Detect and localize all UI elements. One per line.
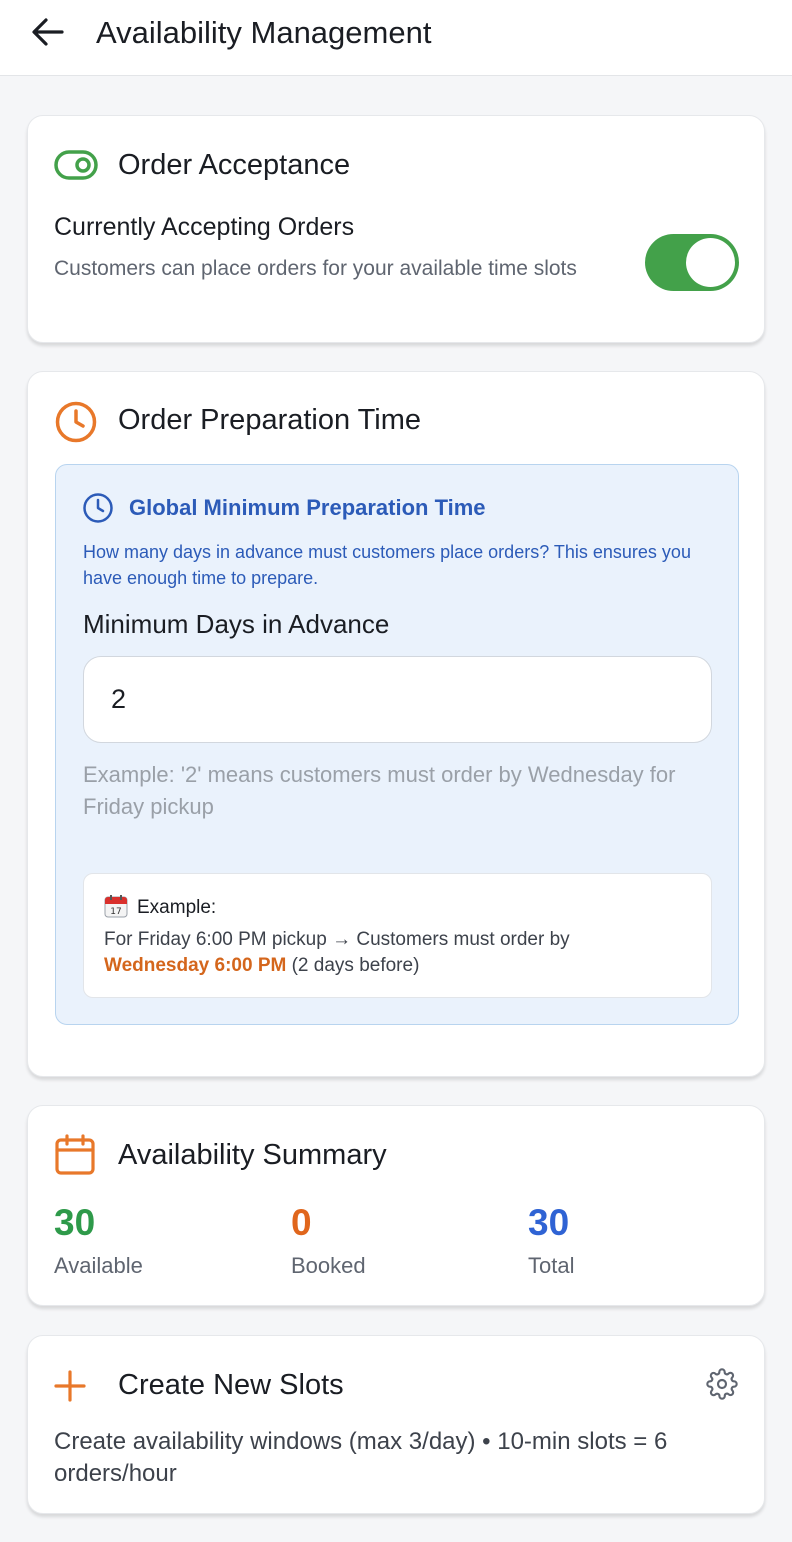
gear-icon — [706, 1368, 738, 1400]
global-prep-time-panel: Global Minimum Preparation Time How many… — [55, 464, 739, 1025]
preparation-time-title: Order Preparation Time — [118, 404, 422, 436]
min-days-label: Minimum Days in Advance — [83, 609, 390, 639]
slot-settings-button[interactable] — [706, 1368, 738, 1400]
example-label: Example: — [137, 897, 217, 918]
availability-summary-card: Availability Summary 30 Available 0 Book… — [27, 1105, 765, 1306]
app-header: Availability Management — [0, 0, 792, 76]
stat-label: Total — [528, 1253, 575, 1278]
page-title: Availability Management — [96, 15, 432, 50]
availability-summary-title: Availability Summary — [118, 1139, 387, 1171]
stat-available: 30 Available — [54, 1202, 143, 1280]
example-deadline-highlight: Wednesday 6:00 PM — [104, 955, 287, 976]
accept-orders-toggle[interactable] — [645, 234, 739, 291]
create-slots-description: Create availability windows (max 3/day) … — [54, 1428, 668, 1487]
svg-text:17: 17 — [110, 907, 121, 917]
stat-label: Booked — [291, 1253, 366, 1278]
create-slots-card[interactable]: Create New Slots Create availability win… — [27, 1335, 765, 1514]
min-days-input[interactable] — [83, 656, 712, 743]
clock-icon — [55, 401, 97, 443]
min-days-hint: Example: '2' means customers must order … — [83, 762, 676, 819]
stat-total: 30 Total — [528, 1202, 574, 1280]
stat-value: 0 — [291, 1202, 312, 1243]
accepting-orders-label: Currently Accepting Orders — [54, 213, 355, 241]
arrow-left-icon — [32, 18, 64, 46]
create-slots-title: Create New Slots — [118, 1369, 344, 1401]
order-acceptance-title: Order Acceptance — [118, 149, 351, 181]
back-button[interactable] — [30, 14, 66, 50]
example-text-start: For Friday 6:00 PM pickup → Customers mu… — [104, 929, 570, 950]
preparation-time-card: Order Preparation Time Global Minimum Pr… — [27, 371, 765, 1077]
global-prep-time-description: How many days in advance must customers … — [83, 542, 691, 588]
example-text-end: (2 days before) — [286, 955, 420, 976]
clock-icon — [83, 493, 113, 523]
calendar-emoji-icon: 17 — [104, 895, 128, 918]
calendar-icon — [55, 1134, 95, 1175]
toggle-knob — [686, 238, 735, 287]
stat-value: 30 — [528, 1202, 570, 1243]
stat-booked: 0 Booked — [291, 1202, 366, 1280]
example-text: For Friday 6:00 PM pickup → Customers mu… — [104, 927, 694, 979]
global-prep-time-title: Global Minimum Preparation Time — [129, 495, 486, 520]
accepting-orders-description: Customers can place orders for your avai… — [54, 257, 577, 280]
plus-icon — [54, 1370, 86, 1402]
stat-value: 30 — [54, 1202, 96, 1243]
order-acceptance-card: Order Acceptance Currently Accepting Ord… — [27, 115, 765, 343]
stat-label: Available — [54, 1253, 143, 1278]
example-box: 17 Example: For Friday 6:00 PM pickup → … — [83, 873, 712, 998]
toggle-icon — [54, 150, 98, 180]
